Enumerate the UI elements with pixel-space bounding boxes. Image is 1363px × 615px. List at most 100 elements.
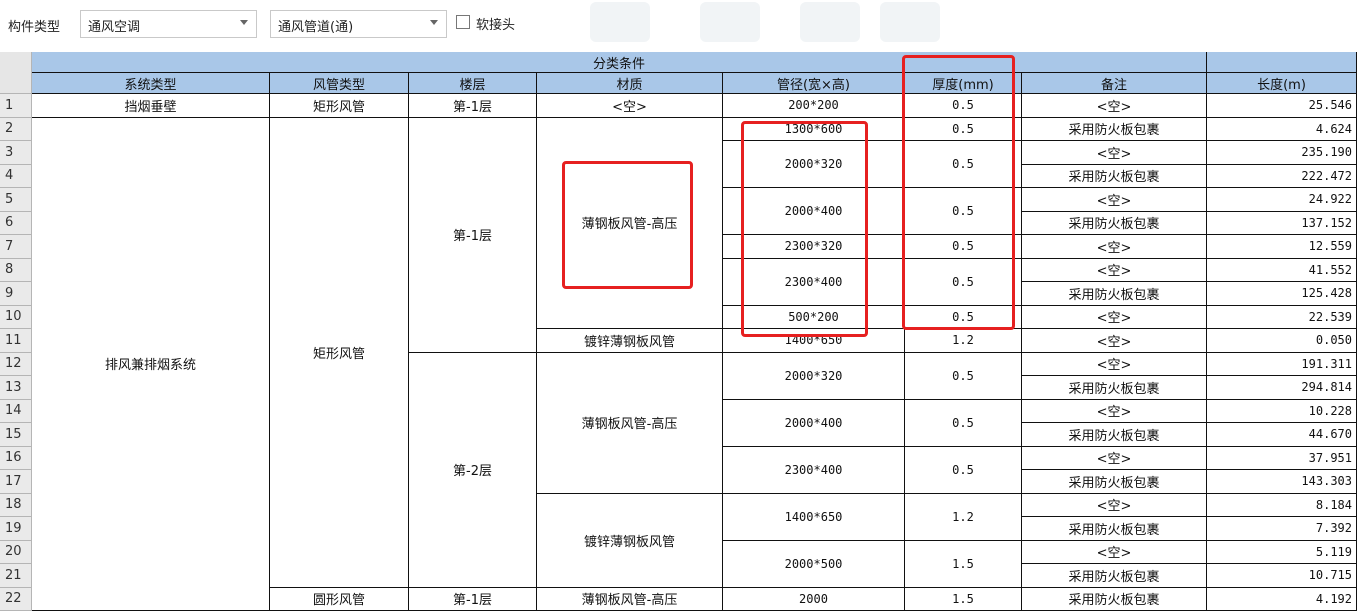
row-number[interactable]: 2 (0, 117, 32, 141)
length-cell[interactable]: 22.539 (1207, 305, 1357, 329)
length-cell[interactable]: 10.715 (1207, 564, 1357, 588)
length-cell[interactable]: 8.184 (1207, 493, 1357, 517)
size-cell[interactable]: 500*200 (723, 305, 905, 329)
column-header-remark[interactable]: 备注 (1022, 73, 1207, 94)
remark-cell[interactable]: <空> (1022, 235, 1207, 259)
length-cell[interactable]: 125.428 (1207, 282, 1357, 306)
remark-cell[interactable]: <空> (1022, 141, 1207, 165)
soft-joint-checkbox[interactable] (456, 15, 470, 29)
remark-cell[interactable]: <空> (1022, 94, 1207, 118)
size-cell[interactable]: 2000*400 (723, 188, 905, 235)
thickness-cell[interactable]: 0.5 (905, 446, 1022, 494)
column-header-floor[interactable]: 楼层 (409, 73, 537, 94)
length-cell[interactable]: 44.670 (1207, 423, 1357, 447)
thickness-cell[interactable]: 0.5 (905, 305, 1022, 329)
remark-cell[interactable]: <空> (1022, 399, 1207, 423)
size-cell[interactable]: 200*200 (723, 94, 905, 118)
thickness-cell[interactable]: 0.5 (905, 188, 1022, 235)
length-cell[interactable]: 235.190 (1207, 141, 1357, 165)
material-cell[interactable]: 薄钢板风管-高压 (537, 352, 723, 494)
length-cell[interactable]: 24.922 (1207, 188, 1357, 212)
size-cell[interactable]: 2300*400 (723, 258, 905, 306)
size-cell[interactable]: 2300*320 (723, 235, 905, 259)
remark-cell[interactable]: 采用防火板包裹 (1022, 117, 1207, 141)
floor-cell[interactable]: 第-2层 (409, 352, 537, 588)
length-cell[interactable]: 10.228 (1207, 399, 1357, 423)
thickness-cell[interactable]: 0.5 (905, 141, 1022, 188)
length-cell[interactable]: 137.152 (1207, 211, 1357, 235)
length-cell[interactable]: 294.814 (1207, 376, 1357, 400)
thickness-cell[interactable]: 1.5 (905, 540, 1022, 588)
row-number[interactable]: 19 (0, 517, 32, 541)
row-number[interactable]: 20 (0, 540, 32, 564)
duct-type-cell[interactable]: 矩形风管 (270, 94, 409, 118)
remark-cell[interactable]: 采用防火板包裹 (1022, 211, 1207, 235)
row-number[interactable]: 13 (0, 376, 32, 400)
length-cell[interactable]: 0.050 (1207, 329, 1357, 353)
remark-cell[interactable]: <空> (1022, 258, 1207, 282)
floor-cell[interactable]: 第-1层 (409, 117, 537, 353)
remark-cell[interactable]: 采用防火板包裹 (1022, 470, 1207, 494)
row-number[interactable]: 22 (0, 587, 32, 611)
size-cell[interactable]: 2000*320 (723, 352, 905, 400)
remark-cell[interactable]: 采用防火板包裹 (1022, 587, 1207, 611)
row-number[interactable]: 7 (0, 235, 32, 259)
size-cell[interactable]: 2000 (723, 587, 905, 611)
row-number[interactable]: 16 (0, 446, 32, 470)
length-cell[interactable]: 4.192 (1207, 587, 1357, 611)
row-number[interactable]: 21 (0, 564, 32, 588)
remark-cell[interactable]: 采用防火板包裹 (1022, 423, 1207, 447)
remark-cell[interactable]: <空> (1022, 540, 1207, 564)
thickness-cell[interactable]: 1.5 (905, 587, 1022, 611)
remark-cell[interactable]: <空> (1022, 305, 1207, 329)
material-cell[interactable]: <空> (537, 94, 723, 118)
row-number[interactable]: 6 (0, 211, 32, 235)
remark-cell[interactable]: <空> (1022, 446, 1207, 470)
remark-cell[interactable]: <空> (1022, 329, 1207, 353)
system-type-cell[interactable]: 挡烟垂壁 (32, 94, 270, 118)
row-number[interactable]: 9 (0, 282, 32, 306)
size-cell[interactable]: 2000*400 (723, 399, 905, 447)
thickness-cell[interactable]: 0.5 (905, 117, 1022, 141)
length-cell[interactable]: 12.559 (1207, 235, 1357, 259)
column-header-system-type[interactable]: 系统类型 (32, 73, 270, 94)
size-cell[interactable]: 1300*600 (723, 117, 905, 141)
thickness-cell[interactable]: 0.5 (905, 94, 1022, 118)
remark-cell[interactable]: 采用防火板包裹 (1022, 164, 1207, 188)
row-number[interactable]: 15 (0, 423, 32, 447)
length-cell[interactable]: 222.472 (1207, 164, 1357, 188)
thickness-cell[interactable]: 1.2 (905, 493, 1022, 541)
length-cell[interactable]: 7.392 (1207, 517, 1357, 541)
material-cell[interactable]: 薄钢板风管-高压 (537, 587, 723, 611)
thickness-cell[interactable]: 1.2 (905, 329, 1022, 353)
row-number[interactable]: 4 (0, 164, 32, 188)
material-cell[interactable]: 薄钢板风管-高压 (537, 117, 723, 329)
remark-cell[interactable]: 采用防火板包裹 (1022, 564, 1207, 588)
duct-type-cell[interactable]: 圆形风管 (270, 587, 409, 611)
row-number[interactable]: 14 (0, 399, 32, 423)
size-cell[interactable]: 2000*500 (723, 540, 905, 588)
remark-cell[interactable]: 采用防火板包裹 (1022, 517, 1207, 541)
row-number[interactable]: 18 (0, 493, 32, 517)
component-type-select[interactable]: 通风管道(通) (270, 10, 447, 38)
row-number[interactable]: 17 (0, 470, 32, 494)
remark-cell[interactable]: <空> (1022, 188, 1207, 212)
column-header-thickness[interactable]: 厚度(mm) (905, 73, 1022, 94)
system-type-cell[interactable]: 排风兼排烟系统 (32, 117, 270, 611)
column-header-length[interactable]: 长度(m) (1207, 73, 1357, 94)
row-number[interactable]: 12 (0, 352, 32, 376)
length-cell[interactable]: 4.624 (1207, 117, 1357, 141)
size-cell[interactable]: 1400*650 (723, 329, 905, 353)
row-number[interactable]: 1 (0, 94, 32, 118)
floor-cell[interactable]: 第-1层 (409, 587, 537, 611)
thickness-cell[interactable]: 0.5 (905, 235, 1022, 259)
size-cell[interactable]: 1400*650 (723, 493, 905, 541)
remark-cell[interactable]: 采用防火板包裹 (1022, 376, 1207, 400)
component-category-select[interactable]: 通风空调 (80, 10, 257, 38)
row-number[interactable]: 3 (0, 141, 32, 165)
thickness-cell[interactable]: 0.5 (905, 258, 1022, 306)
column-header-size[interactable]: 管径(宽×高) (723, 73, 905, 94)
thickness-cell[interactable]: 0.5 (905, 352, 1022, 400)
length-cell[interactable]: 191.311 (1207, 352, 1357, 376)
column-header-duct-type[interactable]: 风管类型 (270, 73, 409, 94)
